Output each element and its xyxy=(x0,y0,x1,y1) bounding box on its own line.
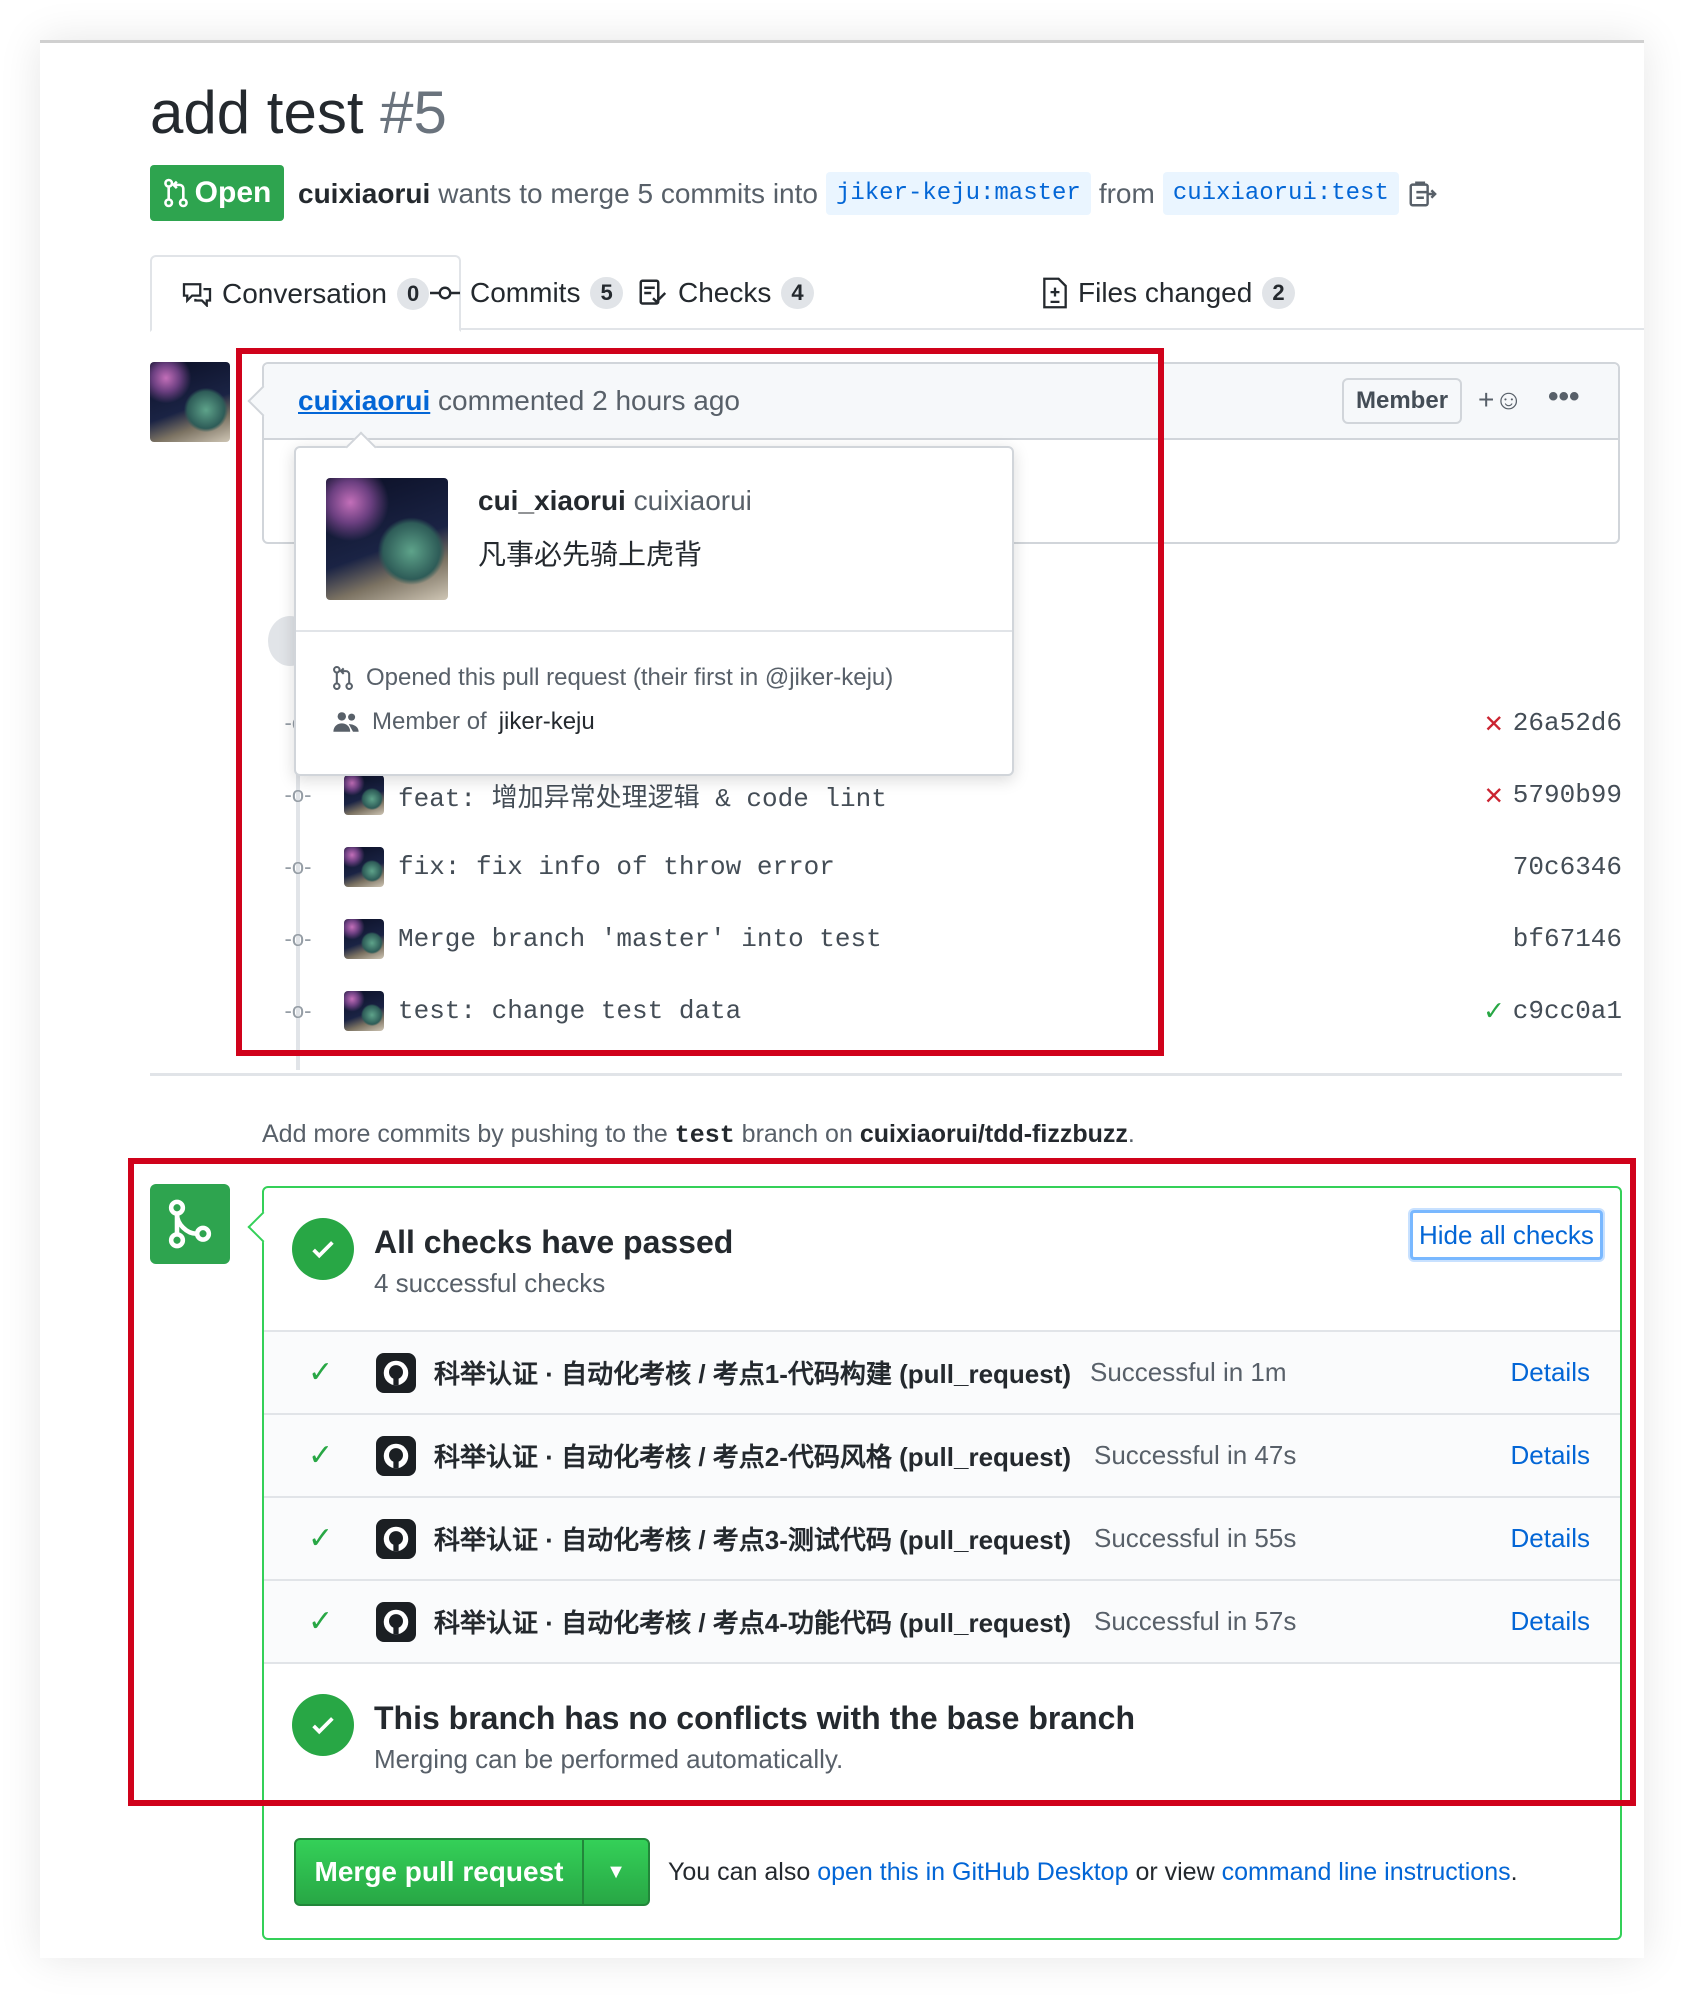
x-icon[interactable]: ✕ xyxy=(1485,705,1503,742)
comment-discussion-icon xyxy=(182,282,212,307)
pr-title-text: add test xyxy=(150,79,364,146)
smiley-icon: +☺ xyxy=(1478,384,1523,415)
pr-merge-text: wants to merge 5 commits into xyxy=(438,177,818,209)
head-branch[interactable]: cuixiaorui:test xyxy=(1162,172,1399,215)
merge-alt-prefix: You can also xyxy=(668,1858,811,1886)
base-branch[interactable]: jiker-keju:master xyxy=(825,172,1091,215)
tab-conversation[interactable]: Conversation 0 xyxy=(150,255,462,332)
comment-author-avatar[interactable] xyxy=(150,362,230,442)
timeline-separator xyxy=(150,1073,1622,1076)
tab-files-changed[interactable]: Files changed 2 xyxy=(1042,255,1295,330)
pr-state-badge: Open xyxy=(150,165,284,221)
file-diff-icon xyxy=(1043,277,1067,308)
push-hint: Add more commits by pushing to the test … xyxy=(262,1120,1135,1150)
push-hint-prefix: Add more commits by pushing to the xyxy=(262,1120,668,1148)
checklist-icon xyxy=(639,279,667,305)
pr-number: #5 xyxy=(380,79,447,146)
annotation-frame-top xyxy=(236,348,1164,1056)
tab-checks[interactable]: Checks 4 xyxy=(638,255,814,330)
merge-alt-suffix: . xyxy=(1510,1858,1518,1886)
commit-sha[interactable]: c9cc0a1 xyxy=(1513,996,1622,1026)
x-icon[interactable]: ✕ xyxy=(1485,777,1503,814)
merge-alt-middle: or view xyxy=(1135,1858,1215,1886)
tab-commits-label: Commits xyxy=(470,276,581,308)
tab-files-changed-count: 2 xyxy=(1262,276,1295,309)
tab-checks-label: Checks xyxy=(678,276,772,308)
pr-meta: cuixiaorui wants to merge 5 commits into… xyxy=(298,172,1437,215)
annotation-frame-bottom xyxy=(128,1158,1636,1806)
tab-commits[interactable]: Commits 5 xyxy=(430,255,623,330)
tab-conversation-label: Conversation xyxy=(222,277,387,309)
check-icon[interactable]: ✓ xyxy=(1485,993,1503,1030)
merge-button-label[interactable]: Merge pull request xyxy=(296,1840,584,1904)
pr-state-label: Open xyxy=(194,176,272,209)
pull-request-icon xyxy=(163,178,188,208)
commit-sha[interactable]: 5790b99 xyxy=(1513,780,1622,810)
merge-alternatives: You can also open this in GitHub Desktop… xyxy=(668,1858,1518,1887)
kebab-horizontal-icon: ••• xyxy=(1548,380,1580,413)
more-options-button[interactable]: ••• xyxy=(1548,380,1580,414)
copy-icon[interactable] xyxy=(1407,179,1437,209)
command-line-instructions-link[interactable]: command line instructions xyxy=(1222,1858,1511,1886)
tab-checks-count: 4 xyxy=(781,276,814,309)
push-hint-branch: test xyxy=(674,1121,735,1150)
commit-icon xyxy=(430,286,460,299)
pr-tabs: Conversation 0 Commits 5 Checks 4 Files … xyxy=(150,255,1644,332)
tab-files-changed-label: Files changed xyxy=(1078,276,1253,308)
push-hint-repo[interactable]: cuixiaorui/tdd-fizzbuzz xyxy=(860,1120,1128,1148)
pr-author[interactable]: cuixiaorui xyxy=(298,178,430,210)
triangle-down-icon: ▼ xyxy=(606,1860,626,1883)
pr-from-text: from xyxy=(1098,177,1155,209)
commit-sha[interactable]: 70c6346 xyxy=(1513,852,1622,882)
merge-pull-request-button[interactable]: Merge pull request ▼ xyxy=(294,1838,650,1906)
pr-title: add test #5 xyxy=(150,78,447,147)
tab-conversation-count: 0 xyxy=(396,277,430,310)
tab-commits-count: 5 xyxy=(590,276,623,309)
push-hint-suffix: . xyxy=(1127,1120,1135,1148)
open-in-desktop-link[interactable]: open this in GitHub Desktop xyxy=(817,1858,1128,1886)
commit-sha[interactable]: bf67146 xyxy=(1513,924,1622,954)
merge-method-dropdown[interactable]: ▼ xyxy=(584,1840,648,1904)
member-badge: Member xyxy=(1342,378,1463,424)
add-reaction-button[interactable]: +☺ xyxy=(1478,384,1523,416)
push-hint-middle: branch on xyxy=(741,1120,853,1148)
commit-sha[interactable]: 26a52d6 xyxy=(1513,708,1622,738)
